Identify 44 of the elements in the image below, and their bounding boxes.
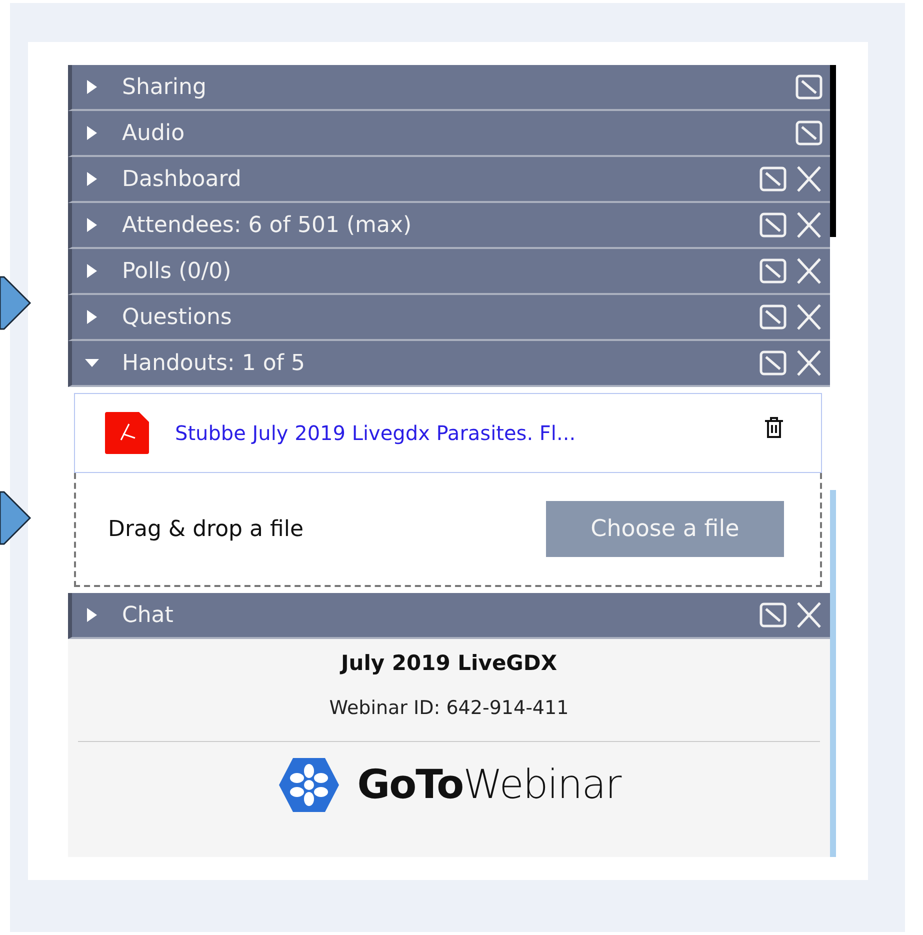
choose-file-button[interactable]: Choose a file xyxy=(546,501,784,557)
panel-title: Handouts: 1 of 5 xyxy=(122,350,306,376)
panel-title: Audio xyxy=(122,120,186,146)
close-icon[interactable] xyxy=(794,211,824,239)
flower-logo-icon xyxy=(277,756,342,814)
panel-header[interactable]: Audio xyxy=(68,111,830,157)
popout-icon[interactable] xyxy=(758,601,788,629)
panel-header[interactable]: Sharing xyxy=(68,65,830,111)
panel-title: Dashboard xyxy=(122,166,242,192)
panel-title: Questions xyxy=(122,304,233,330)
pointer-arrow-icon xyxy=(0,275,32,331)
close-icon[interactable] xyxy=(794,349,824,377)
panel-header[interactable]: Dashboard xyxy=(68,157,830,203)
panel-header[interactable]: Questions xyxy=(68,295,830,341)
popout-icon[interactable] xyxy=(758,349,788,377)
panel-header[interactable]: Chat xyxy=(68,593,830,639)
scrollbar-thumb[interactable] xyxy=(830,65,836,237)
trash-icon[interactable] xyxy=(763,416,785,440)
panel-header[interactable]: Polls (0/0) xyxy=(68,249,830,295)
pdf-file-icon xyxy=(103,410,151,456)
webinar-id: Webinar ID: 642-914-411 xyxy=(329,697,569,719)
panel-header[interactable]: Handouts: 1 of 5 xyxy=(68,341,830,387)
close-icon[interactable] xyxy=(794,303,824,331)
popout-icon[interactable] xyxy=(758,165,788,193)
panel-title: Attendees: 6 of 501 (max) xyxy=(122,212,413,238)
drop-hint: Drag & drop a file xyxy=(108,516,304,542)
handout-link[interactable]: Stubbe July 2019 Livegdx Parasites. Fl... xyxy=(175,421,763,445)
popout-icon[interactable] xyxy=(794,73,824,101)
webinar-title: July 2019 LiveGDX xyxy=(340,651,558,675)
handout-row[interactable]: Stubbe July 2019 Livegdx Parasites. Fl... xyxy=(74,393,822,473)
panel-title: Sharing xyxy=(122,74,208,100)
drop-zone[interactable]: Drag & drop a file Choose a file xyxy=(74,473,822,587)
close-icon[interactable] xyxy=(794,601,824,629)
panel-title: Polls (0/0) xyxy=(122,258,232,284)
panel-title: Chat xyxy=(122,602,174,628)
popout-icon[interactable] xyxy=(758,257,788,285)
popout-icon[interactable] xyxy=(758,303,788,331)
panel-header[interactable]: Attendees: 6 of 501 (max) xyxy=(68,203,830,249)
popout-icon[interactable] xyxy=(758,211,788,239)
pointer-arrow-icon xyxy=(0,490,32,546)
close-icon[interactable] xyxy=(794,165,824,193)
logo-wordmark: GoToWebinar xyxy=(357,762,621,808)
popout-icon[interactable] xyxy=(794,119,824,147)
close-icon[interactable] xyxy=(794,257,824,285)
